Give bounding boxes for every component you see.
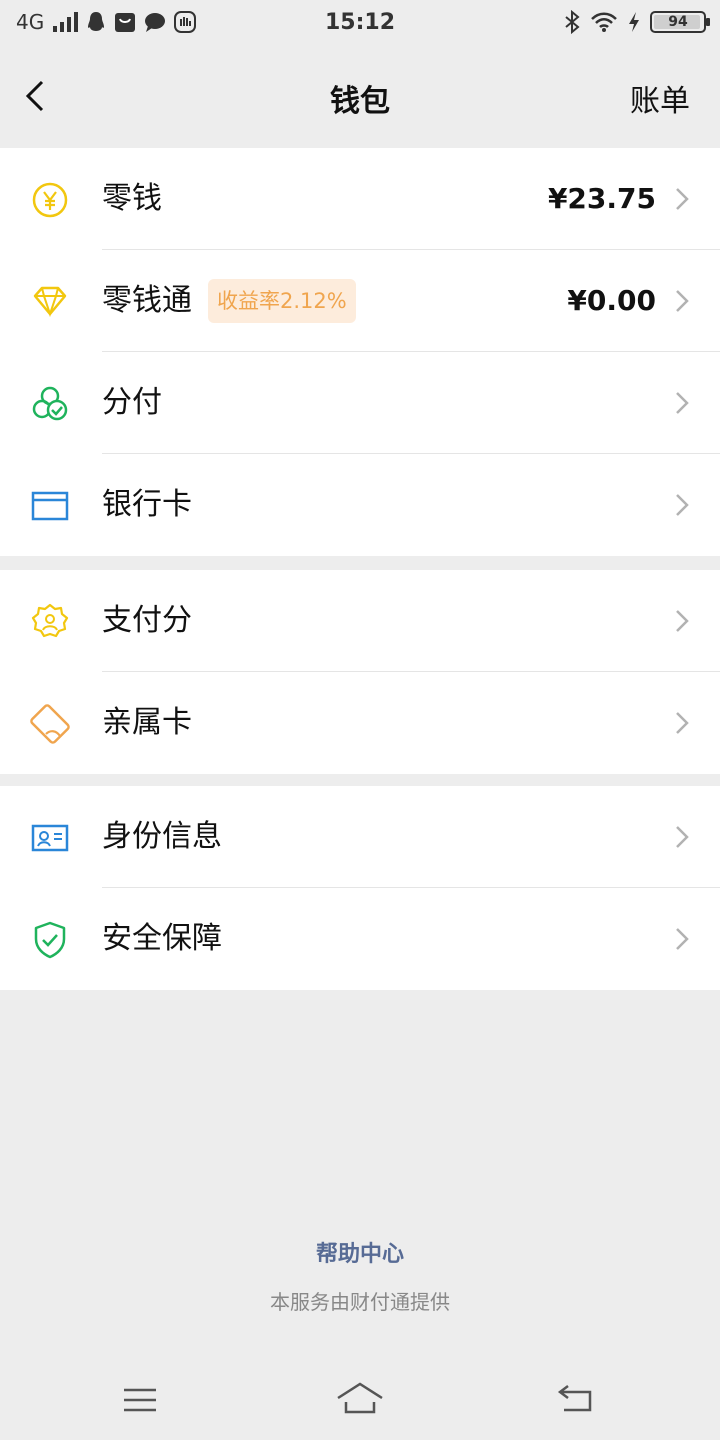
shield-check-icon	[34, 921, 66, 959]
id-card-icon	[31, 824, 69, 852]
home-icon[interactable]	[336, 1380, 384, 1420]
row-label: 零钱通	[102, 283, 192, 318]
score-badge-icon	[31, 603, 69, 638]
wallet-group-services: 支付分 亲属卡	[0, 570, 720, 774]
row-family-card[interactable]: 亲属卡	[0, 672, 720, 774]
help-center-link[interactable]: 帮助中心	[0, 1236, 720, 1268]
wallet-group-main: 零钱 ¥23.75 零钱通 收益率2.12% ¥0.00 分付 银行卡	[0, 148, 720, 556]
status-bar: 4G 15:12 94	[0, 0, 720, 50]
chevron-right-icon	[676, 610, 689, 632]
family-card-icon	[30, 704, 70, 744]
chevron-right-icon	[676, 290, 689, 312]
row-label: 零钱	[102, 181, 162, 216]
chevron-right-icon	[676, 494, 689, 516]
yield-rate-badge: 收益率2.12%	[208, 279, 356, 323]
battery-level: 94	[668, 14, 688, 30]
bill-button[interactable]: 账单	[630, 76, 690, 120]
row-label: 安全保障	[102, 921, 222, 956]
row-change[interactable]: 零钱 ¥23.75	[0, 148, 720, 250]
row-amount: ¥0.00	[567, 284, 656, 317]
chevron-right-icon	[676, 188, 689, 210]
chevron-right-icon	[676, 712, 689, 734]
bluetooth-icon	[565, 10, 580, 34]
page-title: 钱包	[330, 84, 390, 119]
status-right: 94	[564, 10, 710, 34]
charging-bolt-icon	[629, 12, 639, 32]
back-icon[interactable]	[556, 1380, 604, 1420]
service-provider-note: 本服务由财付通提供	[270, 1290, 450, 1314]
circles-check-icon	[32, 386, 68, 421]
diamond-icon	[33, 286, 67, 318]
row-identity[interactable]: 身份信息	[0, 786, 720, 888]
row-amount: ¥23.75	[547, 182, 656, 215]
battery-indicator: 94	[650, 11, 710, 33]
chevron-right-icon	[676, 826, 689, 848]
row-label: 银行卡	[102, 487, 192, 522]
row-security[interactable]: 安全保障	[0, 888, 720, 990]
row-label: 身份信息	[102, 819, 222, 854]
nav-bar: 钱包 账单	[0, 50, 720, 146]
menu-icon[interactable]	[116, 1380, 164, 1420]
row-label: 分付	[102, 385, 162, 420]
yuan-coin-icon	[32, 182, 68, 218]
row-label: 亲属卡	[102, 705, 192, 740]
wifi-icon	[591, 12, 617, 32]
row-change-pass[interactable]: 零钱通 收益率2.12% ¥0.00	[0, 250, 720, 352]
chevron-right-icon	[676, 928, 689, 950]
row-fenfu[interactable]: 分付	[0, 352, 720, 454]
chevron-right-icon	[676, 392, 689, 414]
system-nav-bar	[0, 1360, 720, 1440]
row-pay-score[interactable]: 支付分	[0, 570, 720, 672]
bank-card-icon	[31, 491, 69, 521]
row-bank-card[interactable]: 银行卡	[0, 454, 720, 556]
wallet-group-security: 身份信息 安全保障	[0, 786, 720, 990]
row-label: 支付分	[102, 603, 192, 638]
